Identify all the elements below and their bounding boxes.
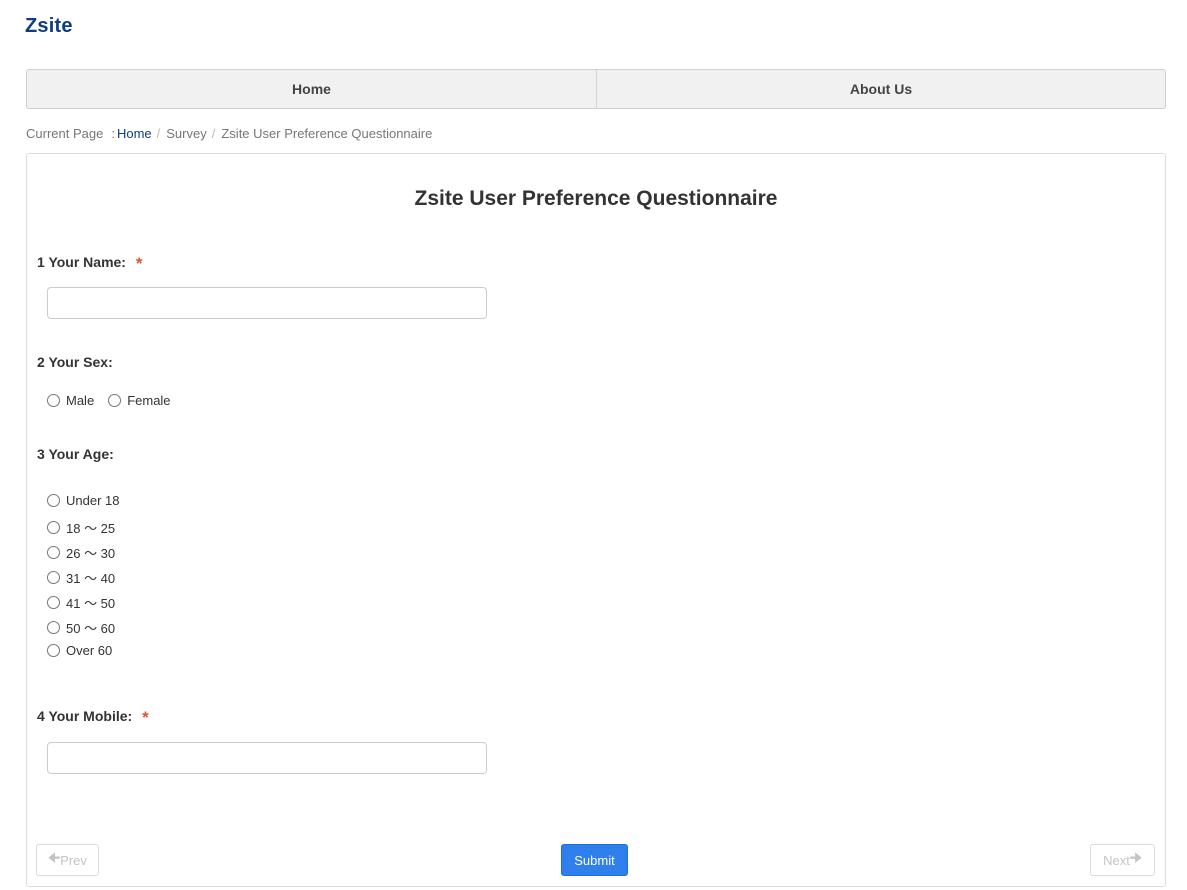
radio-button[interactable] [47, 644, 60, 657]
question-label-age: 3 Your Age: [37, 446, 114, 462]
radio-option-age-under-18[interactable]: Under 18 [47, 493, 119, 508]
mobile-input[interactable] [47, 742, 487, 774]
radio-option-age-41-50[interactable]: 41 ～ 50 [47, 593, 115, 612]
question-label-name: 1 Your Name: * [37, 252, 143, 273]
nav-item-about-us[interactable]: About Us [596, 70, 1165, 108]
question-number: 4 [37, 708, 45, 724]
next-button[interactable]: Next 🠊 [1090, 844, 1155, 876]
radio-button[interactable] [47, 546, 60, 559]
arrow-right-icon: 🠊 [1129, 850, 1142, 865]
question-number: 3 [37, 446, 45, 462]
arrow-left-icon: 🠈 [48, 850, 61, 865]
breadcrumb: Current Page : Home / Survey / Zsite Use… [26, 126, 432, 141]
breadcrumb-separator: / [211, 126, 216, 141]
radio-option-male[interactable]: Male [47, 393, 94, 408]
radio-option-age-50-60[interactable]: 50 ～ 60 [47, 618, 115, 637]
radio-label: 50 ～ 60 [66, 621, 116, 636]
radio-option-age-26-30[interactable]: 26 ～ 30 [47, 543, 115, 562]
radio-button[interactable] [47, 494, 60, 507]
radio-label: 26 ～ 30 [66, 546, 116, 561]
next-label: Next [1103, 852, 1130, 868]
radio-button[interactable] [47, 394, 60, 407]
question-label-mobile: 4 Your Mobile: * [37, 706, 149, 727]
survey-title: Zsite User Preference Questionnaire [414, 187, 778, 210]
radio-button[interactable] [108, 394, 122, 407]
question-text: Your Age: [48, 446, 114, 462]
breadcrumb-item-current: Zsite User Preference Questionnaire [221, 126, 433, 141]
radio-label: Male [66, 393, 95, 408]
question-text: Your Sex: [48, 354, 113, 370]
radio-button[interactable] [47, 571, 60, 584]
nav-item-home[interactable]: Home [27, 70, 596, 108]
required-marker: * [142, 708, 149, 727]
submit-button[interactable]: Submit [561, 844, 628, 876]
radio-label: Female [127, 393, 171, 408]
radio-option-age-over-60[interactable]: Over 60 [47, 643, 112, 658]
survey-panel: Zsite User Preference Questionnaire 1 Yo… [26, 153, 1166, 887]
breadcrumb-prefix: Current Page [26, 126, 104, 141]
question-text: Your Name: [48, 254, 126, 270]
question-number: 1 [37, 254, 45, 270]
question-label-sex: 2 Your Sex: [37, 354, 113, 370]
question-text: Your Mobile: [48, 708, 133, 724]
breadcrumb-colon: : [111, 126, 115, 141]
radio-option-age-18-25[interactable]: 18 ～ 25 [47, 518, 115, 537]
radio-label: 31 ～ 40 [66, 571, 116, 586]
radio-label: 18 ～ 25 [66, 521, 116, 536]
site-logo-title[interactable]: Zsite [25, 15, 73, 38]
breadcrumb-separator: / [156, 126, 161, 141]
question-number: 2 [37, 354, 45, 370]
name-input[interactable] [47, 287, 487, 319]
prev-button[interactable]: 🠈 Prev [36, 844, 99, 876]
breadcrumb-item-survey[interactable]: Survey [166, 126, 206, 141]
radio-option-female[interactable]: Female [108, 393, 171, 408]
radio-option-age-31-40[interactable]: 31 ～ 40 [47, 568, 115, 587]
main-navbar: Home About Us [26, 69, 1166, 109]
prev-label: Prev [60, 852, 87, 868]
radio-label: 41 ～ 50 [66, 596, 116, 611]
sex-radio-group: Male Female [47, 393, 171, 408]
radio-button[interactable] [47, 621, 60, 634]
radio-label: Over 60 [66, 643, 113, 658]
required-marker: * [135, 254, 143, 273]
radio-button[interactable] [47, 521, 60, 534]
breadcrumb-item-home[interactable]: Home [117, 126, 152, 141]
radio-button[interactable] [47, 596, 60, 609]
radio-label: Under 18 [66, 493, 120, 508]
